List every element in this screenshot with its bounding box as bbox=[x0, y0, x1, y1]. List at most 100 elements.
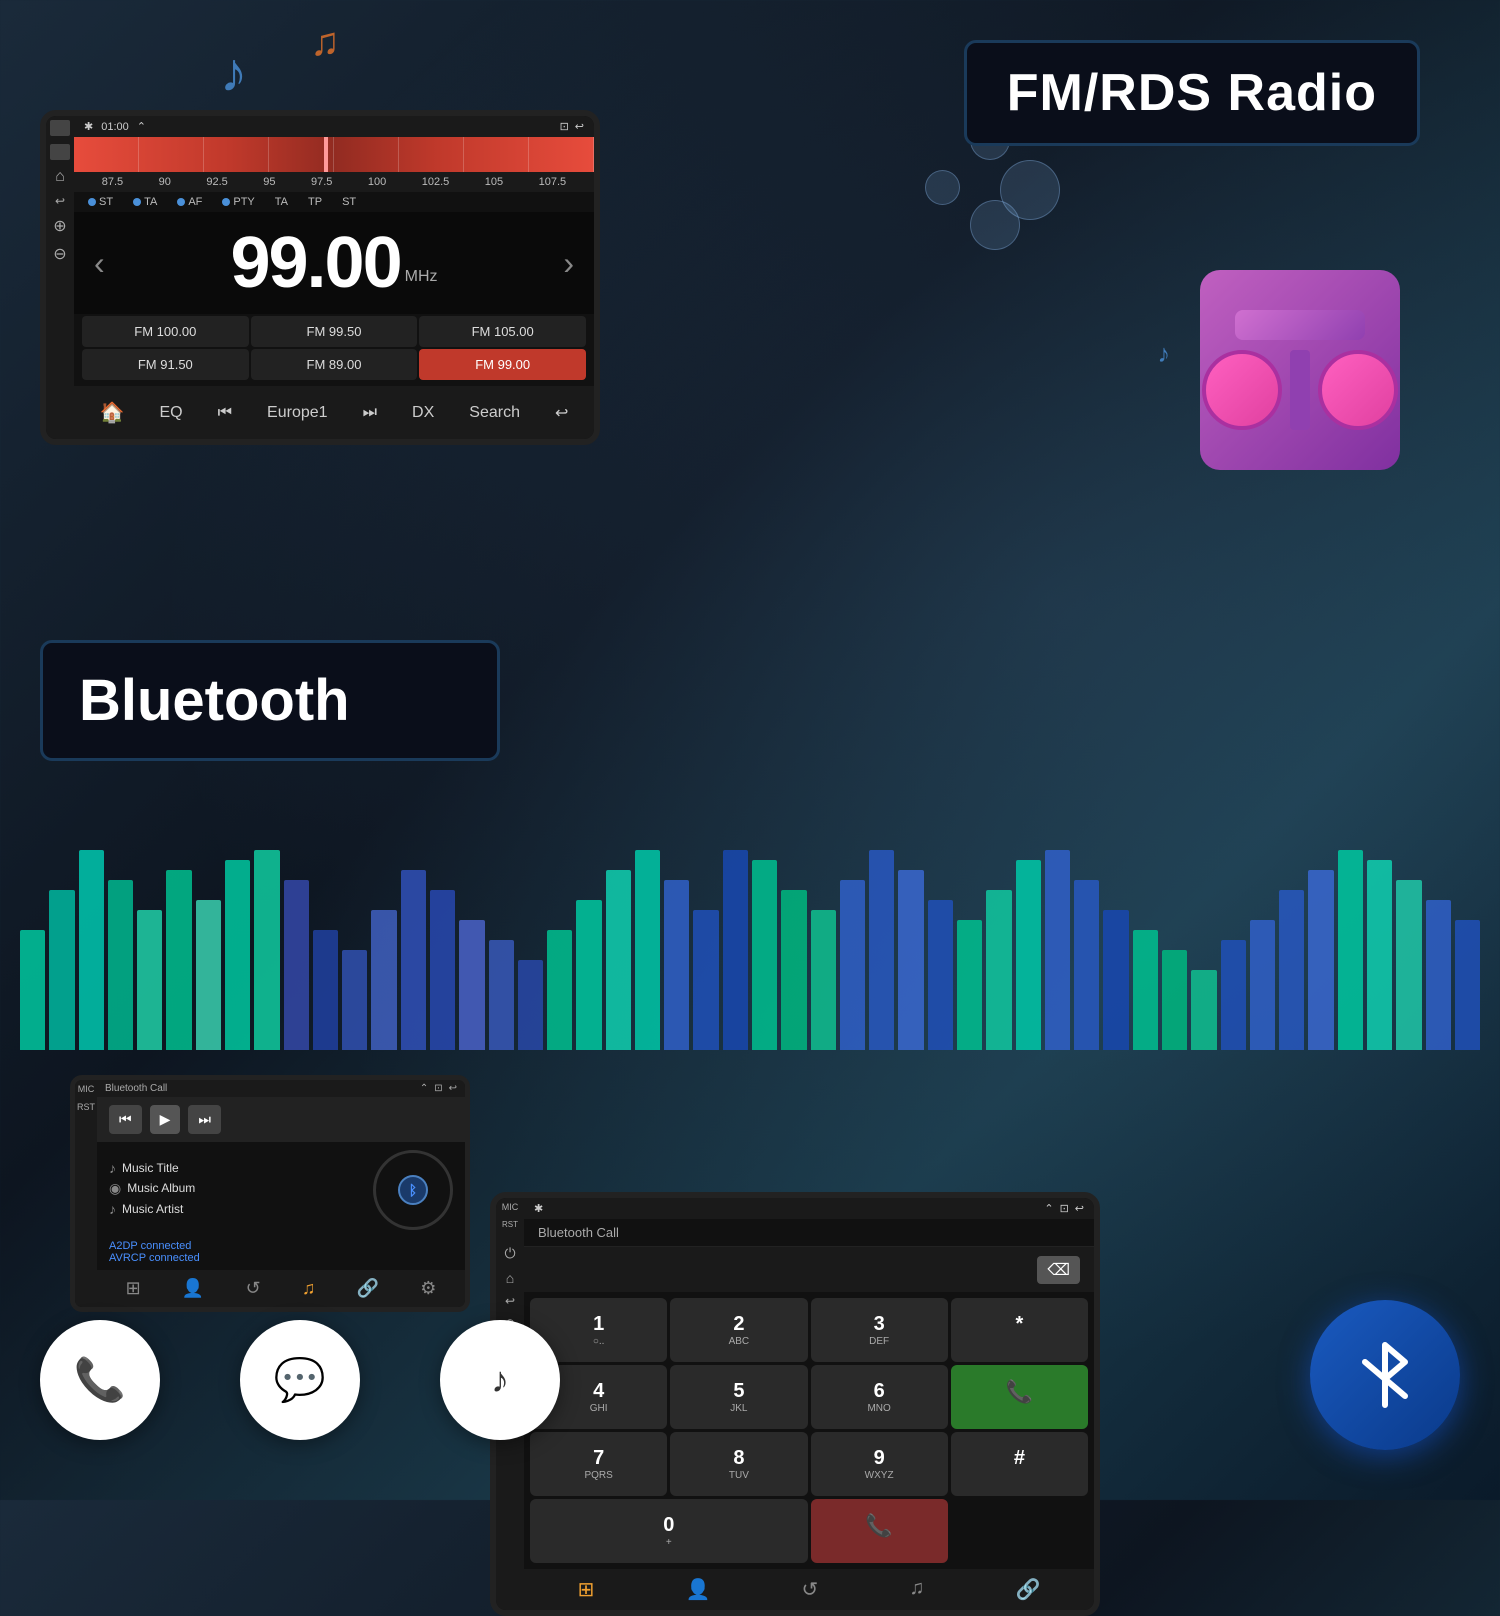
home-btn[interactable]: 🏠 bbox=[90, 394, 135, 431]
tick-2 bbox=[139, 137, 204, 172]
dial-6[interactable]: 6MNO bbox=[811, 1365, 948, 1429]
phone-nav-dialpad[interactable]: ⊞ bbox=[578, 1577, 595, 1602]
phone-power-icon[interactable]: ⏻ bbox=[504, 1245, 515, 1262]
bt-nav-apps[interactable]: ⊞ bbox=[126, 1278, 141, 1299]
dial-5[interactable]: 5JKL bbox=[670, 1365, 807, 1429]
freq-prev-btn[interactable]: ‹ bbox=[94, 245, 105, 282]
status-up-icon: ⌃ bbox=[137, 120, 146, 133]
preset-fm99-active[interactable]: FM 99.00 bbox=[419, 349, 586, 380]
freq-87: 87.5 bbox=[102, 176, 123, 188]
boombox-decoration bbox=[1200, 270, 1400, 470]
eq-bar-11 bbox=[313, 930, 338, 1050]
status-left: ✱ 01:00 ⌃ bbox=[84, 120, 146, 133]
bt-nav-recent[interactable]: ↺ bbox=[246, 1278, 261, 1299]
preset-fm100[interactable]: FM 100.00 bbox=[82, 316, 249, 347]
search-btn[interactable]: Search bbox=[459, 398, 530, 428]
backspace-btn[interactable]: ⌫ bbox=[1037, 1256, 1080, 1284]
phone-nav-music[interactable]: ♫ bbox=[909, 1577, 924, 1602]
bt-play-btn[interactable]: ▶ bbox=[150, 1105, 181, 1134]
next-btn[interactable]: ⏭ bbox=[353, 398, 387, 428]
eq-bar-39 bbox=[1133, 930, 1158, 1050]
preset-fm99-50[interactable]: FM 99.50 bbox=[251, 316, 418, 347]
eq-bar-38 bbox=[1103, 910, 1128, 1050]
eq-bar-44 bbox=[1279, 890, 1304, 1050]
frequency-scale-bar bbox=[74, 137, 594, 172]
st-text: ST bbox=[99, 196, 113, 208]
bt-nav-settings[interactable]: ⚙ bbox=[420, 1278, 436, 1299]
phone-nav-contacts[interactable]: 👤 bbox=[685, 1577, 710, 1602]
bubble-4 bbox=[925, 170, 960, 205]
freq-95: 95 bbox=[263, 176, 275, 188]
prev-btn[interactable]: ⏮ bbox=[208, 398, 242, 428]
dial-0[interactable]: 0+ bbox=[530, 1499, 808, 1563]
eq-bar-45 bbox=[1308, 870, 1333, 1050]
dial-7[interactable]: 7PQRS bbox=[530, 1432, 667, 1496]
phone-circle-btn[interactable]: 📞 bbox=[40, 1320, 160, 1440]
freq-90: 90 bbox=[159, 176, 171, 188]
eq-bar-10 bbox=[284, 880, 309, 1050]
bt-a2dp-status: A2DP connected bbox=[109, 1240, 453, 1252]
message-circle-btn[interactable]: 💬 bbox=[240, 1320, 360, 1440]
eq-bar-12 bbox=[342, 950, 367, 1050]
preset-fm105[interactable]: FM 105.00 bbox=[419, 316, 586, 347]
phone-home-icon[interactable]: ⌂ bbox=[506, 1270, 514, 1286]
label-st: ST bbox=[88, 196, 113, 208]
bt-rst-icon: RST bbox=[77, 1102, 95, 1112]
freq-next-btn[interactable]: › bbox=[563, 245, 574, 282]
boombox-center bbox=[1290, 350, 1310, 430]
bt-disc-visual: ᛒ bbox=[373, 1150, 453, 1230]
eq-bar-17 bbox=[489, 940, 514, 1050]
scale-cursor bbox=[324, 137, 328, 172]
europe1-btn[interactable]: Europe1 bbox=[257, 398, 338, 428]
bluetooth-circle-icon[interactable] bbox=[1310, 1300, 1460, 1450]
dial-2[interactable]: 2ABC bbox=[670, 1298, 807, 1362]
call-answer-btn[interactable]: 📞 bbox=[951, 1365, 1088, 1429]
tick-7 bbox=[464, 137, 529, 172]
dial-8[interactable]: 8TUV bbox=[670, 1432, 807, 1496]
dialpad-keypad: 1○.. 2ABC 3DEF * 4GHI 5JKL 6MNO 📞 7PQRS … bbox=[524, 1292, 1094, 1569]
preset-fm89[interactable]: FM 89.00 bbox=[251, 349, 418, 380]
dial-hash[interactable]: # bbox=[951, 1432, 1088, 1496]
bt-next-btn[interactable]: ⏭ bbox=[188, 1105, 221, 1134]
minus-side-icon[interactable]: ⊖ bbox=[53, 244, 66, 264]
eq-bar-22 bbox=[635, 850, 660, 1050]
phone-back-icon[interactable]: ↩ bbox=[505, 1294, 515, 1308]
back-side-icon[interactable]: ↩ bbox=[55, 194, 65, 208]
phone-rst-icon: RST bbox=[502, 1220, 518, 1229]
music-circle-btn[interactable]: ♪ bbox=[440, 1320, 560, 1440]
fm-radio-screen: ⌂ ↩ ⊕ ⊖ ✱ 01:00 ⌃ ⊡ ↩ bbox=[40, 110, 600, 445]
eq-btn[interactable]: EQ bbox=[149, 398, 192, 428]
bt-prev-btn[interactable]: ⏮ bbox=[109, 1105, 142, 1134]
back-btn[interactable]: ↩ bbox=[545, 397, 578, 429]
freq-107: 107.5 bbox=[539, 176, 567, 188]
dial-star[interactable]: * bbox=[951, 1298, 1088, 1362]
bluetooth-badge: Bluetooth bbox=[40, 640, 500, 761]
eq-bar-13 bbox=[371, 910, 396, 1050]
music-note-4: ♪ bbox=[1158, 340, 1171, 369]
phone-dialpad-screen: MIC RST ⏻ ⌂ ↩ ⊕ ⊖ ✱ ⌃ ⊡ ↩ Bluetooth Call… bbox=[490, 1192, 1100, 1616]
eq-bar-40 bbox=[1162, 950, 1187, 1050]
bt-nav-link[interactable]: 🔗 bbox=[357, 1278, 379, 1299]
eq-bar-28 bbox=[811, 910, 836, 1050]
status-window-icon: ⊡ bbox=[560, 120, 569, 133]
add-side-icon[interactable]: ⊕ bbox=[53, 216, 66, 236]
bt-bluetooth-symbol: ᛒ bbox=[409, 1182, 417, 1198]
home-side-icon[interactable]: ⌂ bbox=[55, 168, 65, 186]
phone-nav-link[interactable]: 🔗 bbox=[1016, 1577, 1041, 1602]
preset-fm91[interactable]: FM 91.50 bbox=[82, 349, 249, 380]
bt-nav-contacts[interactable]: 👤 bbox=[182, 1278, 204, 1299]
bt-disc-icon: ◉ bbox=[109, 1180, 121, 1197]
dx-btn[interactable]: DX bbox=[402, 398, 444, 428]
bt-nav-music[interactable]: ♫ bbox=[302, 1278, 316, 1299]
call-end-btn[interactable]: 📞 bbox=[811, 1499, 948, 1563]
bt-bottom-navigation: ⊞ 👤 ↺ ♫ 🔗 ⚙ bbox=[97, 1270, 465, 1307]
eq-bar-48 bbox=[1396, 880, 1421, 1050]
eq-bar-3 bbox=[79, 850, 104, 1050]
pty-text: PTY bbox=[233, 196, 254, 208]
phone-nav-recent[interactable]: ↺ bbox=[801, 1577, 818, 1602]
eq-bar-43 bbox=[1250, 920, 1275, 1050]
bt-disc-center: ᛒ bbox=[398, 1175, 428, 1205]
fm-control-bar: 🏠 EQ ⏮ Europe1 ⏭ DX Search ↩ bbox=[74, 386, 594, 439]
dial-9[interactable]: 9WXYZ bbox=[811, 1432, 948, 1496]
dial-3[interactable]: 3DEF bbox=[811, 1298, 948, 1362]
